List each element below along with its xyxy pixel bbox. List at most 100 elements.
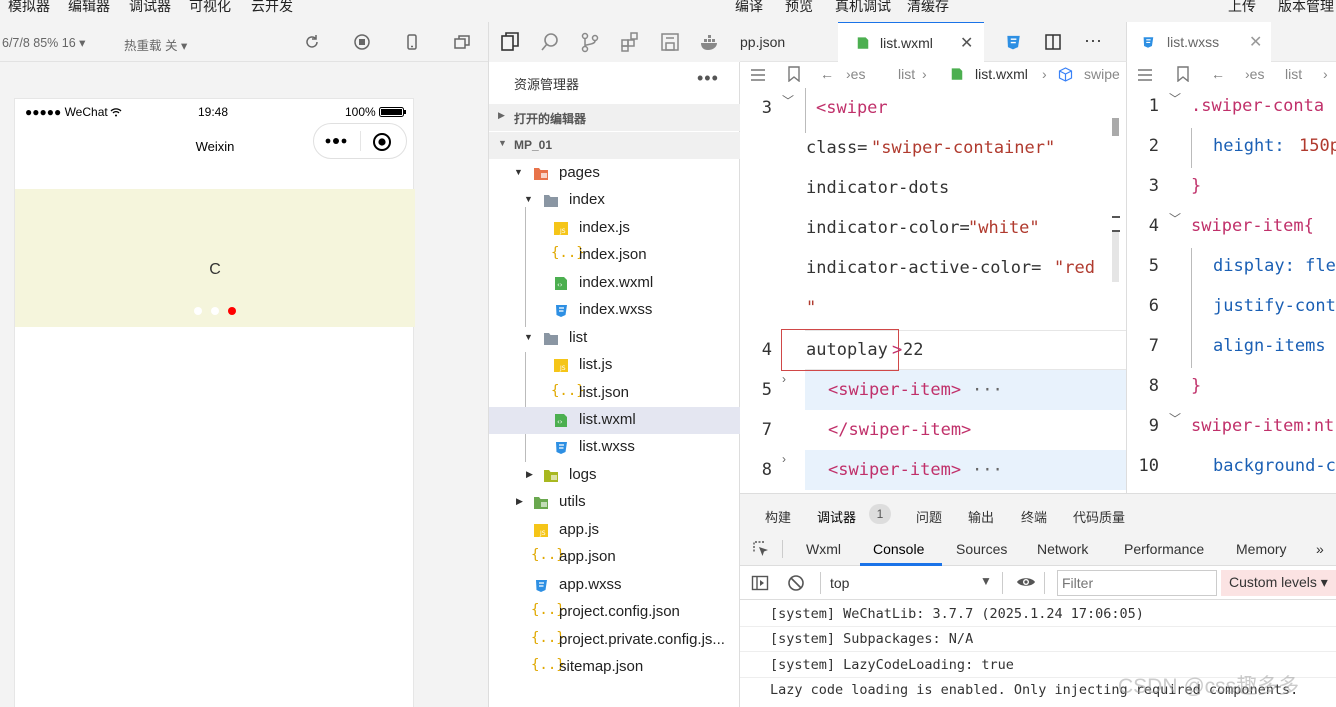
docker-icon[interactable]	[699, 31, 721, 53]
tree-folder-logs[interactable]: ▶ logs	[489, 462, 740, 489]
tab-terminal[interactable]: 终端	[1021, 507, 1047, 526]
tab-sources[interactable]: Sources	[956, 541, 1007, 557]
tree-file-list-js[interactable]: JS list.js	[489, 352, 740, 379]
tab-build[interactable]: 构建	[765, 507, 791, 526]
bookmark-icon[interactable]	[788, 66, 800, 82]
tab-code-quality[interactable]: 代码质量	[1073, 507, 1125, 526]
list-icon[interactable]	[1137, 68, 1153, 82]
cloud-storage-icon[interactable]	[659, 31, 681, 53]
menu-version[interactable]: 版本管理	[1278, 0, 1334, 16]
tab-memory[interactable]: Memory	[1236, 541, 1287, 557]
breadcrumb-part[interactable]: swipe	[1084, 66, 1120, 82]
inspect-element-icon[interactable]	[752, 540, 770, 558]
chevron-right-icon[interactable]: ›	[782, 372, 786, 386]
explorer-more-button[interactable]: •••	[697, 68, 719, 89]
tab-output[interactable]: 输出	[968, 507, 994, 526]
tree-file-project-private-config[interactable]: {..} project.private.config.js...	[489, 627, 740, 654]
eye-icon[interactable]	[1016, 575, 1036, 589]
tree-file-sitemap[interactable]: {..} sitemap.json	[489, 654, 740, 681]
refresh-icon[interactable]	[303, 33, 321, 51]
tree-file-list-wxml[interactable]: ‹› list.wxml	[489, 407, 740, 434]
open-editors-section[interactable]: ▶ 打开的编辑器	[489, 104, 740, 131]
scrollbar-thumb[interactable]	[1112, 118, 1119, 136]
tab-console[interactable]: Console	[873, 541, 924, 557]
menu-upload[interactable]: 上传	[1228, 0, 1256, 16]
chevron-right-icon[interactable]: ›	[782, 452, 786, 466]
breadcrumb-part[interactable]: ›es	[1245, 66, 1264, 82]
close-icon[interactable]: ✕	[960, 33, 973, 53]
log-levels-select[interactable]: Custom levels ▾	[1221, 570, 1336, 596]
tab-problems[interactable]: 问题	[916, 507, 942, 526]
hot-reload-toggle[interactable]: 热重载 关 ▾	[124, 35, 187, 54]
context-select[interactable]: top	[830, 575, 849, 591]
tab-debugger[interactable]: 调试器	[817, 507, 856, 526]
project-section[interactable]: ▼ MP_01	[489, 132, 740, 159]
breadcrumb-part[interactable]: list	[1285, 66, 1302, 82]
menu-compile[interactable]: 编译	[735, 0, 763, 16]
more-actions-button[interactable]: ···	[1084, 30, 1102, 51]
menu-editor[interactable]: 编辑器	[68, 0, 110, 16]
editor-left-code[interactable]: 3 ﹀ <swiper class= "swiper-container" in…	[740, 88, 1126, 493]
clear-console-icon[interactable]	[787, 574, 805, 592]
extensions-icon[interactable]	[619, 31, 641, 53]
console-filter-input[interactable]	[1057, 570, 1217, 596]
breadcrumb-part[interactable]: list.wxml	[975, 66, 1028, 82]
menu-preview[interactable]: 预览	[785, 0, 813, 16]
chevron-down-icon[interactable]: ▼	[980, 574, 992, 588]
fold-chevron-icon[interactable]: ﹀	[1169, 210, 1181, 227]
phone-icon[interactable]	[403, 33, 421, 51]
tree-folder-pages[interactable]: ▼ pages	[489, 160, 740, 187]
tab-app-json[interactable]: pp.json	[740, 22, 838, 62]
fold-chevron-icon[interactable]: ﹀	[1169, 410, 1181, 427]
tab-wxml[interactable]: Wxml	[806, 541, 841, 557]
tree-folder-index[interactable]: ▼ index	[489, 187, 740, 214]
capsule-menu[interactable]	[313, 123, 407, 159]
editor-right-code[interactable]: 1 ﹀ .swiper-conta 2 height: 150p 3 } 4 ﹀…	[1126, 88, 1336, 493]
wxss-file-icon[interactable]	[1004, 33, 1022, 51]
tab-list-wxml[interactable]: list.wxml ✕	[838, 22, 984, 62]
tree-file-index-js[interactable]: JS index.js	[489, 215, 740, 242]
explorer-icon[interactable]	[499, 31, 521, 53]
split-editor-icon[interactable]	[1044, 33, 1062, 51]
tree-folder-utils[interactable]: ▶ utils	[489, 489, 740, 516]
tree-file-index-json[interactable]: {..} index.json	[489, 242, 740, 269]
fold-chevron-icon[interactable]: ﹀	[782, 92, 794, 109]
tab-list-wxss[interactable]: list.wxss ✕	[1127, 22, 1271, 62]
fold-chevron-icon[interactable]: ﹀	[1169, 90, 1181, 107]
fold-ellipsis[interactable]: ···	[972, 380, 1003, 400]
menu-simulator[interactable]: 模拟器	[8, 0, 50, 16]
breadcrumb-part[interactable]: ›es	[846, 66, 865, 82]
menu-cloud[interactable]: 云开发	[251, 0, 293, 16]
tree-file-project-config[interactable]: {..} project.config.json	[489, 599, 740, 626]
menu-debugger[interactable]: 调试器	[129, 0, 171, 16]
more-tabs-button[interactable]: »	[1316, 541, 1324, 557]
tree-file-app-js[interactable]: JS app.js	[489, 517, 740, 544]
tree-file-app-wxss[interactable]: app.wxss	[489, 572, 740, 599]
device-select[interactable]: 6/7/8 85% 16 ▾	[2, 35, 85, 50]
scrollbar-track[interactable]	[1112, 232, 1119, 282]
tree-file-list-wxss[interactable]: list.wxss	[489, 434, 740, 461]
tree-folder-list[interactable]: ▼ list	[489, 325, 740, 352]
tree-file-index-wxml[interactable]: ‹› index.wxml	[489, 270, 740, 297]
menu-remote-debug[interactable]: 真机调试	[835, 0, 891, 16]
back-arrow-icon[interactable]: ←	[1211, 66, 1225, 82]
fold-ellipsis[interactable]: ···	[972, 460, 1003, 480]
tab-performance[interactable]: Performance	[1124, 541, 1204, 557]
search-icon[interactable]	[539, 31, 561, 53]
close-miniprogram-icon[interactable]	[372, 132, 392, 152]
menu-clear-cache[interactable]: 清缓存	[907, 0, 949, 16]
back-arrow-icon[interactable]: ←	[820, 66, 834, 82]
list-icon[interactable]	[750, 68, 766, 82]
detach-window-icon[interactable]	[453, 33, 471, 51]
swiper-banner[interactable]: C	[15, 189, 415, 327]
tree-file-app-json[interactable]: {..} app.json	[489, 544, 740, 571]
more-dots-icon[interactable]	[324, 136, 350, 146]
bookmark-icon[interactable]	[1177, 66, 1189, 82]
tree-file-list-json[interactable]: {..} list.json	[489, 380, 740, 407]
source-control-icon[interactable]	[579, 31, 601, 53]
breadcrumb-part[interactable]: list	[898, 66, 915, 82]
tab-network[interactable]: Network	[1037, 541, 1088, 557]
sidebar-toggle-icon[interactable]	[751, 574, 769, 592]
menu-visual[interactable]: 可视化	[189, 0, 231, 16]
close-icon[interactable]: ✕	[1249, 32, 1262, 52]
